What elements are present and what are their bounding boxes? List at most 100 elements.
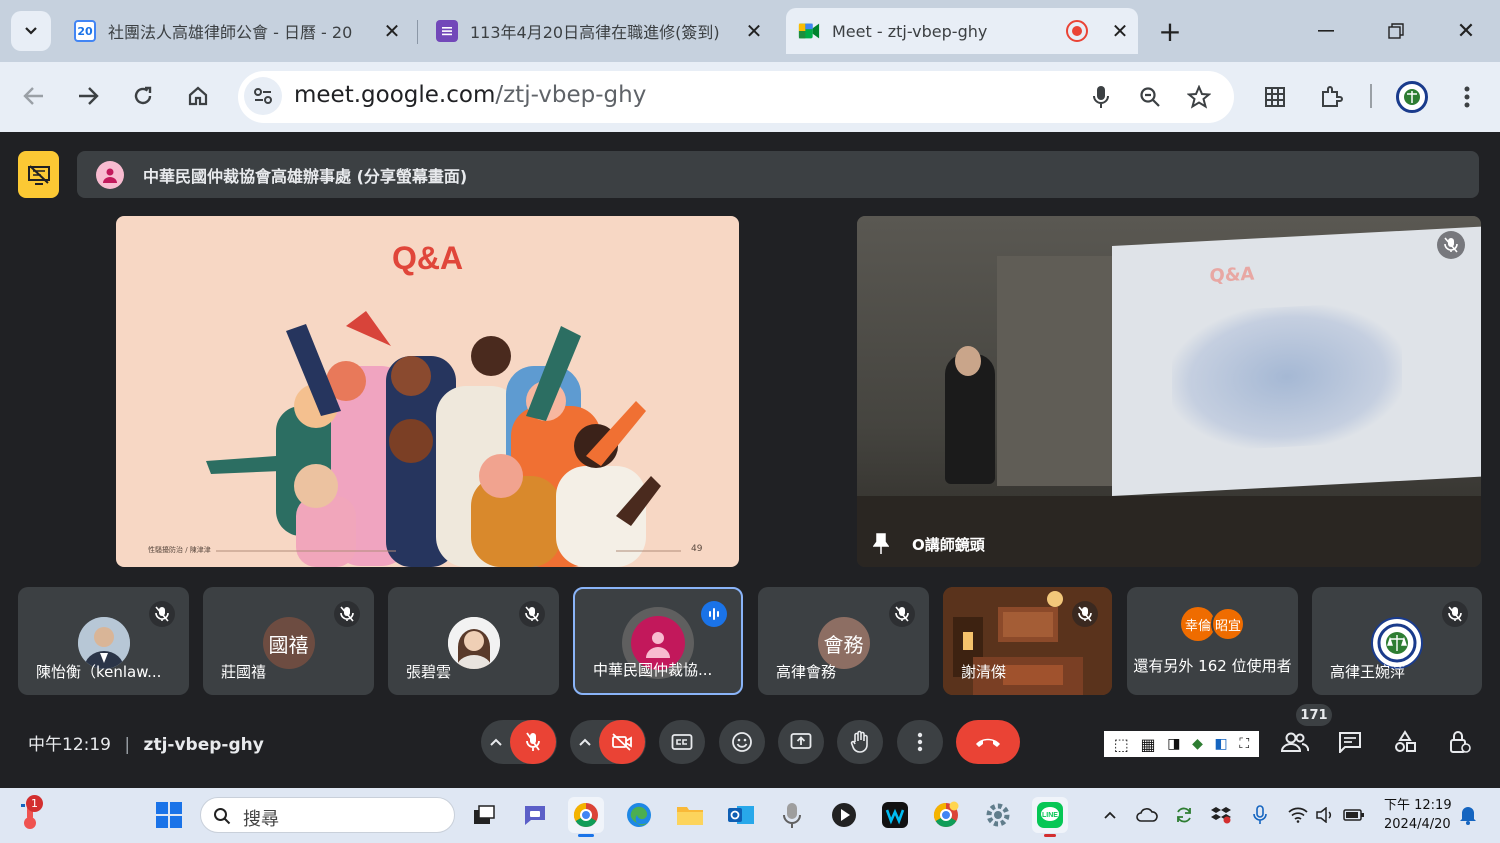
chat-button[interactable] xyxy=(1328,720,1372,764)
zoom-icon[interactable] xyxy=(1130,77,1170,117)
more-participants-label: 還有另外 162 位使用者 xyxy=(1133,657,1292,675)
back-button[interactable] xyxy=(14,76,54,116)
apps-grid-icon[interactable] xyxy=(1255,77,1295,117)
activities-button[interactable] xyxy=(1383,720,1427,764)
close-icon[interactable]: ✕ xyxy=(1102,8,1138,54)
mic-off-icon xyxy=(1442,601,1468,627)
tray-battery[interactable] xyxy=(1338,797,1370,833)
taskbar-teams[interactable] xyxy=(517,797,553,833)
participant-name: 高律會務 xyxy=(776,663,837,681)
raise-hand-button[interactable] xyxy=(837,720,883,764)
forward-button[interactable] xyxy=(68,76,108,116)
microphone-toggle[interactable] xyxy=(510,720,556,764)
taskbar-line[interactable]: LINE xyxy=(1032,797,1068,833)
start-button[interactable] xyxy=(151,797,187,833)
people-button[interactable] xyxy=(1273,720,1317,764)
videocam-off-icon xyxy=(612,733,632,751)
tray-onedrive[interactable] xyxy=(1131,797,1163,833)
participant-tile[interactable]: 高律王婉萍 xyxy=(1312,587,1482,695)
mic-off-icon xyxy=(149,601,175,627)
mic-permission-icon[interactable] xyxy=(1081,77,1121,117)
close-window-button[interactable]: ✕ xyxy=(1446,11,1486,51)
emoji-icon xyxy=(732,732,752,752)
folder-icon xyxy=(677,807,703,825)
camera-toggle[interactable] xyxy=(599,720,645,764)
minimize-button[interactable] xyxy=(1306,11,1346,51)
svg-text:LINE: LINE xyxy=(1042,812,1058,819)
pin-icon xyxy=(873,533,889,554)
extensions-icon[interactable] xyxy=(1311,77,1351,117)
tray-sync[interactable] xyxy=(1168,797,1200,833)
close-icon[interactable]: ✕ xyxy=(736,8,772,54)
podium-area xyxy=(857,496,1481,567)
ime-toolbar[interactable]: ⬚ ▦ ◨ ◆ ◧ ⛶ xyxy=(1104,731,1259,757)
participant-count-badge: 171 xyxy=(1296,704,1332,726)
browser-menu-button[interactable] xyxy=(1447,77,1487,117)
participant-tile[interactable]: 陳怡衡（kenlaw... xyxy=(18,587,189,695)
tab-forms[interactable]: 113年4月20日高律在職進修(簽到) ✕ xyxy=(424,8,772,54)
stop-presenting-button[interactable] xyxy=(18,151,59,198)
profile-avatar[interactable] xyxy=(1396,81,1428,113)
avatar: 國禧 xyxy=(262,617,315,669)
tab-title: Meet - ztj-vbep-ghy xyxy=(832,21,988,41)
tab-calendar[interactable]: 20 社團法人高雄律師公會 - 日曆 - 20 ✕ xyxy=(62,8,410,54)
url-text[interactable]: meet.google.com/ztj-vbep-ghy xyxy=(294,82,646,108)
search-placeholder: 搜尋 xyxy=(243,809,279,830)
tray-microphone[interactable] xyxy=(1244,797,1276,833)
participant-tile-active-speaker[interactable]: 中華民國仲裁協... xyxy=(573,587,743,695)
mic-off-icon xyxy=(334,601,360,627)
taskbar-chrome-active[interactable] xyxy=(568,797,604,833)
taskbar-webex[interactable] xyxy=(877,797,913,833)
taskbar-edge[interactable] xyxy=(621,797,657,833)
search-icon xyxy=(214,808,231,825)
tab-search-button[interactable] xyxy=(11,11,51,51)
ime-mode-icon: ⬚ xyxy=(1113,734,1129,754)
notifications-button[interactable] xyxy=(1452,797,1484,833)
reload-button[interactable] xyxy=(123,76,163,116)
new-tab-button[interactable]: + xyxy=(1150,11,1190,51)
dropbox-icon xyxy=(1211,807,1231,824)
taskbar-settings[interactable] xyxy=(980,797,1016,833)
captions-button[interactable] xyxy=(659,720,705,764)
speaker-head xyxy=(955,346,981,376)
restore-button[interactable] xyxy=(1376,11,1416,51)
tray-dropbox[interactable] xyxy=(1205,797,1237,833)
arrow-right-icon xyxy=(79,87,99,105)
chat-icon xyxy=(1339,732,1361,753)
close-icon[interactable]: ✕ xyxy=(374,8,410,54)
more-participants-tile[interactable]: 幸倫 昭宜 還有另外 162 位使用者 xyxy=(1127,587,1298,695)
taskbar-voice-recorder[interactable] xyxy=(774,797,810,833)
pinned-camera-tile[interactable]: Q&A O講師鏡頭 xyxy=(857,216,1481,567)
participant-tile[interactable]: 會務 高律會務 xyxy=(758,587,929,695)
speaker-icon xyxy=(1316,807,1332,823)
more-options-button[interactable] xyxy=(897,720,943,764)
present-screen-button[interactable] xyxy=(778,720,824,764)
taskbar-outlook[interactable] xyxy=(723,797,759,833)
leave-call-button[interactable] xyxy=(956,720,1020,764)
tray-overflow-button[interactable] xyxy=(1094,797,1126,833)
taskbar-clock[interactable]: 下午 12:19 2024/4/20 xyxy=(1384,796,1452,834)
taskbar-media-player[interactable] xyxy=(826,797,862,833)
chrome-icon xyxy=(933,801,959,828)
host-controls-button[interactable] xyxy=(1438,720,1482,764)
tray-volume[interactable] xyxy=(1309,797,1341,833)
participant-name: 中華民國仲裁協... xyxy=(593,661,713,679)
reactions-button[interactable] xyxy=(719,720,765,764)
tab-meet[interactable]: Meet - ztj-vbep-ghy ✕ xyxy=(786,8,1138,54)
avatar-chip: 昭宜 xyxy=(1211,607,1245,641)
ime-expand-icon: ⛶ xyxy=(1239,736,1250,752)
attention-indicator xyxy=(1044,834,1056,837)
taskbar-chrome-profile[interactable] xyxy=(928,797,964,833)
site-info-icon[interactable] xyxy=(244,77,282,115)
bookmark-star-icon[interactable] xyxy=(1179,77,1219,117)
chrome-icon xyxy=(573,803,598,828)
home-button[interactable] xyxy=(178,76,218,116)
participant-tile[interactable]: 張碧雲 xyxy=(388,587,559,695)
play-icon xyxy=(832,803,856,827)
taskbar-search[interactable]: 搜尋 xyxy=(200,797,455,833)
participant-tile[interactable]: 國禧 莊國禧 xyxy=(203,587,374,695)
participant-tile[interactable]: 謝清傑 xyxy=(943,587,1112,695)
taskbar-file-explorer[interactable] xyxy=(672,797,708,833)
task-view-button[interactable] xyxy=(466,797,502,833)
avatar-chip: 幸倫 xyxy=(1181,607,1215,641)
